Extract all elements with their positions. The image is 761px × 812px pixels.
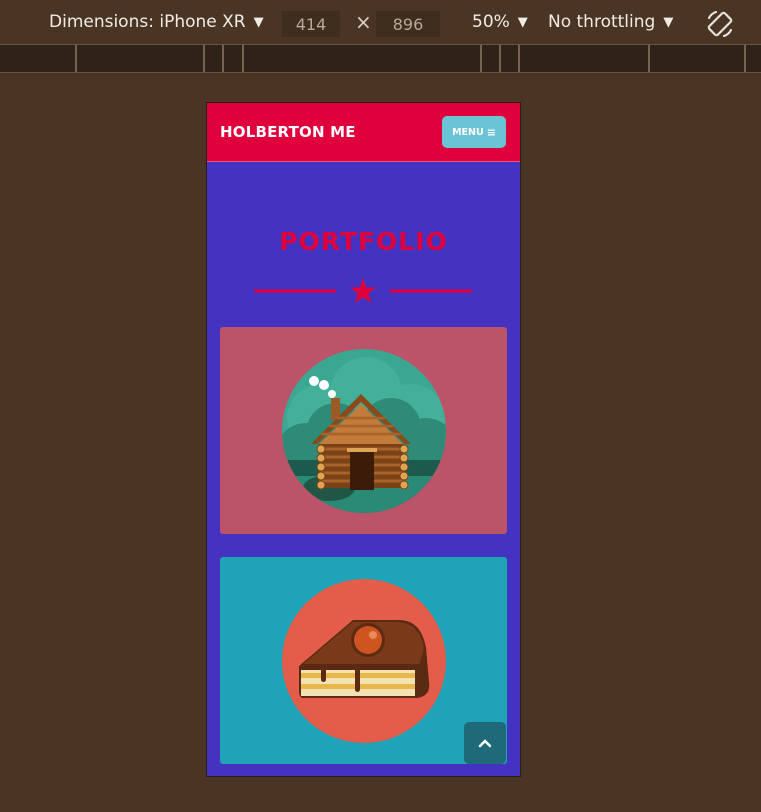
site-navbar: HOLBERTON ME MENU ≡	[207, 103, 520, 162]
height-input[interactable]: 896	[376, 11, 440, 37]
ruler-tick	[744, 45, 746, 72]
ruler-tick	[480, 45, 482, 72]
devtools-device-toolbar: Dimensions: iPhone XR ▼ 414 × 896 50% ▼ …	[0, 0, 761, 45]
ruler-tick	[222, 45, 224, 72]
rotate-icon[interactable]	[704, 8, 736, 40]
divider-line-left	[254, 289, 336, 293]
chevron-down-icon: ▼	[253, 14, 264, 30]
device-dimensions-label: Dimensions: iPhone XR	[49, 12, 246, 32]
divider-line-right	[390, 289, 472, 293]
ruler-tick	[203, 45, 205, 72]
ruler-tick	[648, 45, 650, 72]
log-cabin-icon	[281, 348, 446, 513]
media-query-ruler	[0, 45, 761, 73]
chevron-down-icon: ▼	[517, 14, 528, 30]
width-input[interactable]: 414	[282, 11, 340, 37]
ruler-tick	[75, 45, 77, 72]
chevron-down-icon: ▼	[663, 14, 674, 30]
device-dimensions-dropdown[interactable]: Dimensions: iPhone XR ▼	[49, 0, 264, 44]
zoom-label: 50%	[472, 12, 510, 32]
device-viewport: HOLBERTON ME MENU ≡ PORTFOLIO	[207, 103, 520, 776]
zoom-dropdown[interactable]: 50% ▼	[472, 0, 528, 44]
hamburger-icon: ≡	[486, 125, 496, 139]
menu-label: MENU	[452, 126, 484, 138]
ruler-tick	[499, 45, 501, 72]
ruler-tick	[518, 45, 520, 72]
menu-button[interactable]: MENU ≡	[442, 116, 506, 148]
title-divider	[254, 278, 472, 303]
throttling-dropdown[interactable]: No throttling ▼	[548, 0, 673, 44]
portfolio-item-cabin[interactable]	[220, 327, 507, 534]
ruler-tick	[242, 45, 244, 72]
throttling-label: No throttling	[548, 12, 656, 32]
brand-logo[interactable]: HOLBERTON ME	[220, 123, 356, 141]
star-icon	[350, 278, 376, 303]
cake-slice-icon	[281, 578, 446, 743]
times-icon: ×	[355, 10, 372, 34]
back-to-top-button[interactable]	[464, 722, 506, 764]
chevron-up-icon	[478, 739, 492, 748]
section-title: PORTFOLIO	[279, 227, 448, 256]
